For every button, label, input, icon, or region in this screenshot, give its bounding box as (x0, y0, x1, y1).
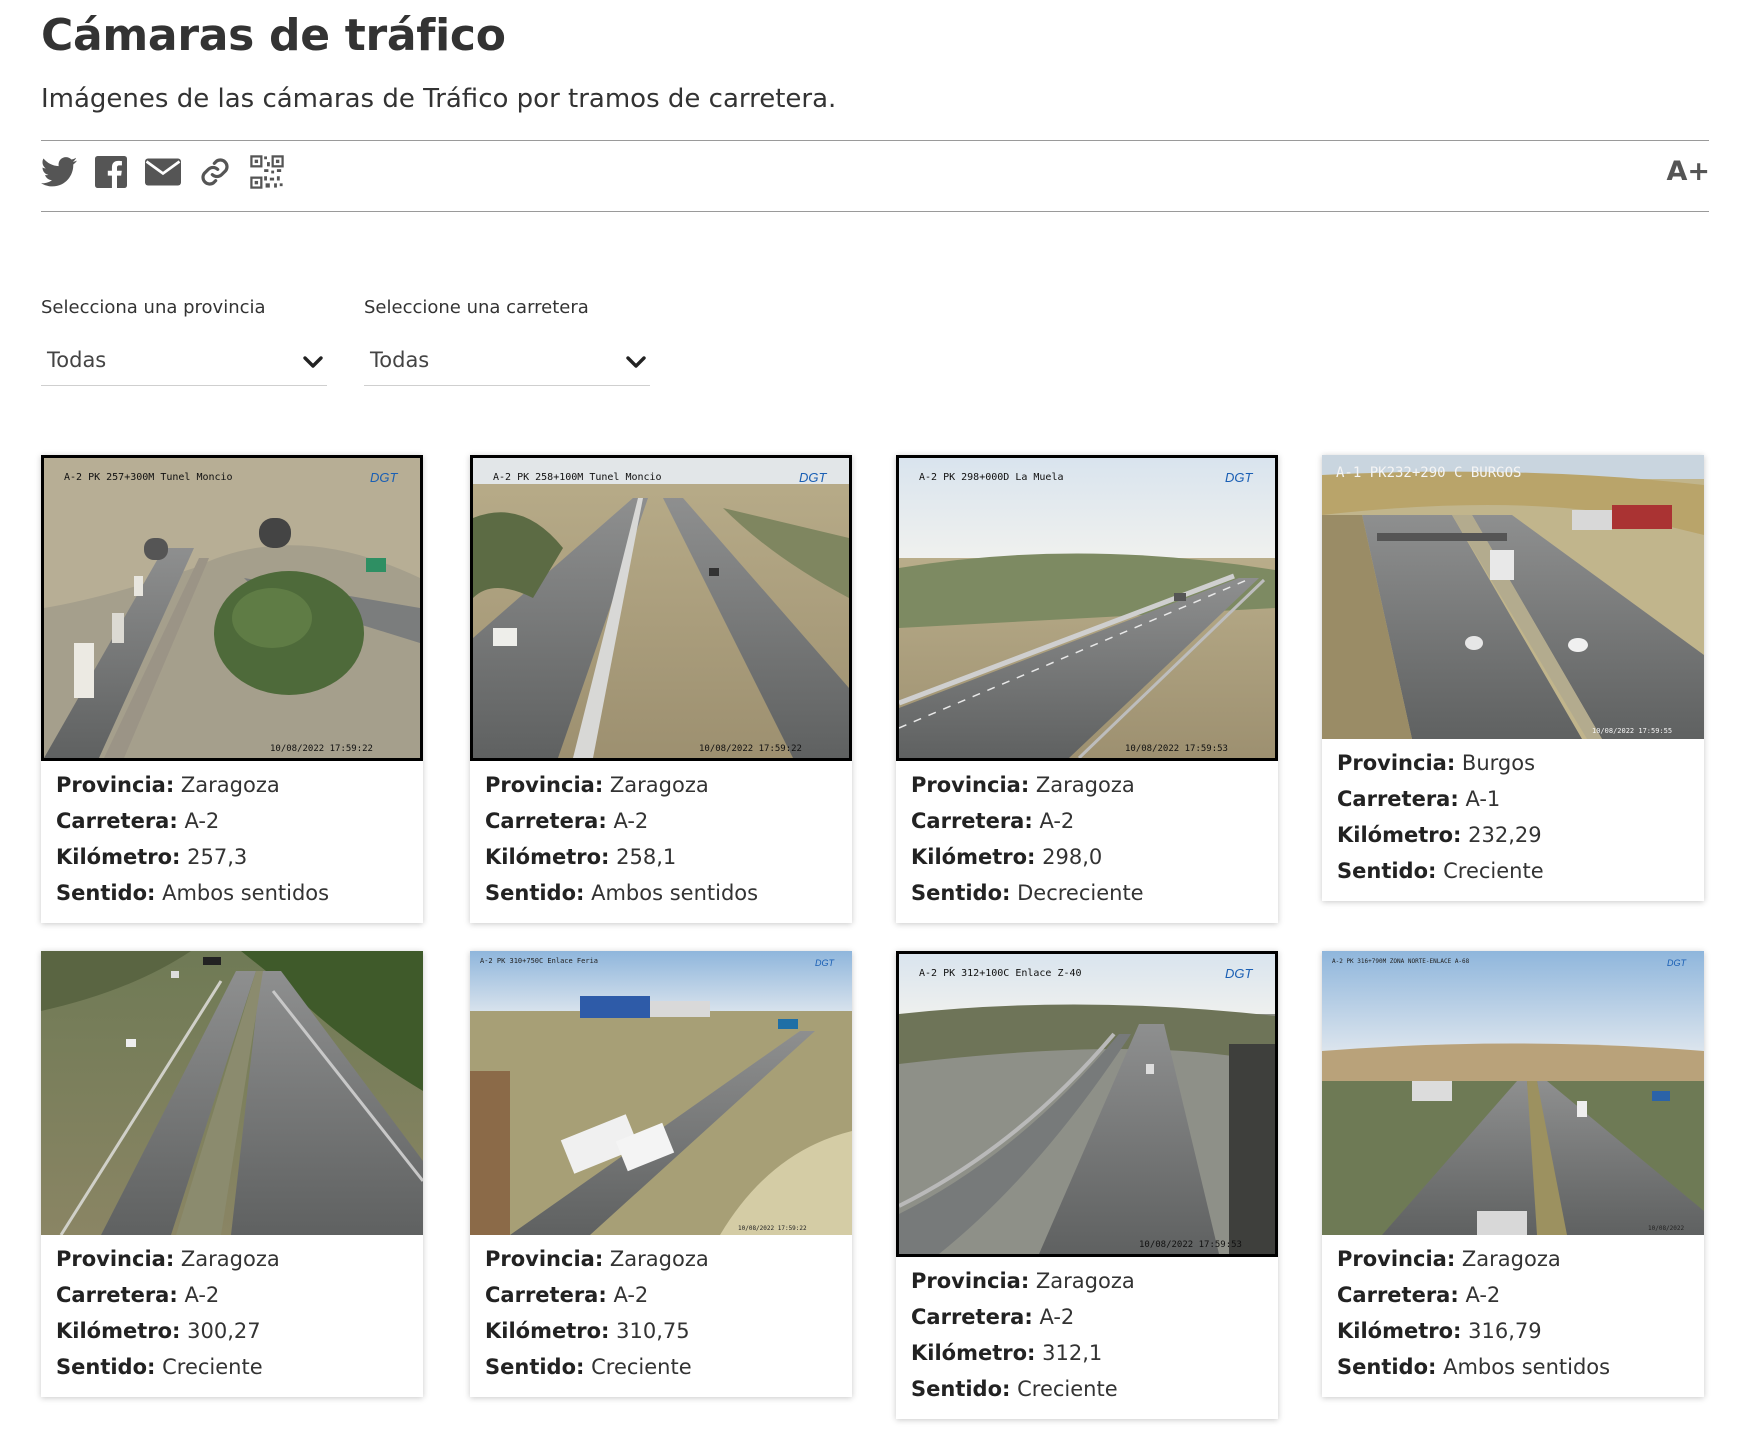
camera-overlay-text: A-1 PK232+290 C BURGOS (1336, 465, 1521, 481)
direction-row: Sentido: Creciente (56, 1355, 263, 1379)
road-row: Carretera: A-2 (911, 1305, 1075, 1329)
camera-card[interactable]: A-2 PK 316+790M ZONA NORTE-ENLACE A-68 1… (1322, 951, 1704, 1397)
province-select[interactable]: Todas (41, 338, 327, 386)
share-bar (41, 154, 285, 190)
page-subtitle: Imágenes de las cámaras de Tráfico por t… (41, 84, 837, 114)
camera-timestamp: 10/08/2022 17:59:22 (738, 1225, 807, 1232)
dgt-logo: DGT (370, 470, 399, 485)
twitter-icon[interactable] (41, 154, 77, 190)
divider-bottom (41, 211, 1709, 212)
direction-row: Sentido: Ambos sentidos (1337, 1355, 1611, 1379)
camera-timestamp: 10/08/2022 17:59:22 (699, 744, 802, 754)
camera-info: Provincia: Zaragoza Carretera: A-2 Kilóm… (470, 761, 852, 923)
camera-card[interactable]: A-2 PK 298+000D La Muela 10/08/2022 17:5… (896, 455, 1278, 923)
dgt-logo: DGT (1225, 966, 1254, 981)
camera-overlay-text: A-2 PK 298+000D La Muela (919, 472, 1064, 483)
camera-overlay-text: A-2 PK 310+750C Enlace Feria (480, 957, 598, 965)
camera-card[interactable]: A-2 PK 257+300M Tunel Moncio 10/08/2022 … (41, 455, 423, 923)
link-icon[interactable] (197, 154, 233, 190)
km-row: Kilómetro: 300,27 (56, 1319, 261, 1343)
province-row: Provincia: Zaragoza (56, 773, 280, 797)
province-select-value: Todas (47, 348, 107, 372)
road-row: Carretera: A-2 (485, 1283, 649, 1307)
road-row: Carretera: A-2 (56, 809, 220, 833)
km-row: Kilómetro: 316,79 (1337, 1319, 1542, 1343)
camera-overlay-text: A-2 PK 257+300M Tunel Moncio (64, 472, 233, 483)
divider-top (41, 140, 1709, 141)
camera-image[interactable]: A-2 PK 257+300M Tunel Moncio 10/08/2022 … (41, 455, 423, 761)
camera-timestamp: 10/08/2022 17:59:22 (270, 744, 373, 754)
road-row: Carretera: A-1 (1337, 787, 1501, 811)
province-row: Provincia: Zaragoza (1337, 1247, 1561, 1271)
camera-card[interactable]: A-2 PK 310+750C Enlace Feria 10/08/2022 … (470, 951, 852, 1397)
camera-timestamp: 10/08/2022 (1648, 1225, 1685, 1232)
province-row: Provincia: Zaragoza (911, 773, 1135, 797)
camera-overlay-text: A-2 PK 316+790M ZONA NORTE-ENLACE A-68 (1332, 958, 1470, 965)
camera-info: Provincia: Zaragoza Carretera: A-2 Kilóm… (896, 761, 1278, 923)
camera-card[interactable]: A-2 PK 258+100M Tunel Moncio 10/08/2022 … (470, 455, 852, 923)
direction-row: Sentido: Ambos sentidos (485, 881, 759, 905)
dgt-logo: DGT (799, 470, 828, 485)
road-row: Carretera: A-2 (1337, 1283, 1501, 1307)
camera-card[interactable]: A-1 PK232+290 C BURGOS 10/08/2022 17:59:… (1322, 455, 1704, 901)
camera-info: Provincia: Burgos Carretera: A-1 Kilómet… (1322, 739, 1704, 901)
province-row: Provincia: Zaragoza (485, 1247, 709, 1271)
direction-row: Sentido: Creciente (1337, 859, 1544, 883)
direction-row: Sentido: Creciente (911, 1377, 1118, 1401)
camera-info: Provincia: Zaragoza Carretera: A-2 Kilóm… (41, 761, 423, 923)
camera-image[interactable]: A-1 PK232+290 C BURGOS 10/08/2022 17:59:… (1322, 455, 1704, 739)
camera-card[interactable]: Provincia: Zaragoza Carretera: A-2 Kilóm… (41, 951, 423, 1397)
chevron-down-icon (626, 356, 646, 368)
province-filter-label: Selecciona una provincia (41, 297, 266, 318)
camera-timestamp: 10/08/2022 17:59:53 (1125, 744, 1228, 754)
dgt-logo: DGT (1667, 958, 1688, 968)
direction-row: Sentido: Creciente (485, 1355, 692, 1379)
camera-info: Provincia: Zaragoza Carretera: A-2 Kilóm… (1322, 1235, 1704, 1397)
camera-image[interactable]: A-2 PK 312+100C Enlace Z-40 10/08/2022 1… (896, 951, 1278, 1257)
province-row: Provincia: Zaragoza (485, 773, 709, 797)
camera-image[interactable] (41, 951, 423, 1235)
camera-timestamp: 10/08/2022 17:59:55 (1592, 727, 1672, 735)
road-row: Carretera: A-2 (56, 1283, 220, 1307)
camera-info: Provincia: Zaragoza Carretera: A-2 Kilóm… (896, 1257, 1278, 1419)
camera-image[interactable]: A-2 PK 316+790M ZONA NORTE-ENLACE A-68 1… (1322, 951, 1704, 1235)
camera-image[interactable]: A-2 PK 310+750C Enlace Feria 10/08/2022 … (470, 951, 852, 1235)
province-row: Provincia: Burgos (1337, 751, 1536, 775)
province-row: Provincia: Zaragoza (56, 1247, 280, 1271)
camera-overlay-text: A-2 PK 258+100M Tunel Moncio (493, 472, 662, 483)
camera-image[interactable]: A-2 PK 298+000D La Muela 10/08/2022 17:5… (896, 455, 1278, 761)
camera-card[interactable]: A-2 PK 312+100C Enlace Z-40 10/08/2022 1… (896, 951, 1278, 1419)
camera-timestamp: 10/08/2022 17:59:53 (1139, 1240, 1242, 1250)
camera-overlay-text: A-2 PK 312+100C Enlace Z-40 (919, 968, 1082, 979)
road-filter-label: Seleccione una carretera (364, 297, 589, 318)
camera-info: Provincia: Zaragoza Carretera: A-2 Kilóm… (470, 1235, 852, 1397)
direction-row: Sentido: Decreciente (911, 881, 1144, 905)
road-select[interactable]: Todas (364, 338, 650, 386)
dgt-logo: DGT (815, 958, 836, 968)
km-row: Kilómetro: 257,3 (56, 845, 248, 869)
road-row: Carretera: A-2 (911, 809, 1075, 833)
km-row: Kilómetro: 310,75 (485, 1319, 690, 1343)
camera-image[interactable]: A-2 PK 258+100M Tunel Moncio 10/08/2022 … (470, 455, 852, 761)
road-row: Carretera: A-2 (485, 809, 649, 833)
font-size-button[interactable]: A+ (1666, 156, 1710, 187)
facebook-icon[interactable] (93, 154, 129, 190)
province-row: Provincia: Zaragoza (911, 1269, 1135, 1293)
page-title: Cámaras de tráfico (41, 10, 506, 61)
camera-info: Provincia: Zaragoza Carretera: A-2 Kilóm… (41, 1235, 423, 1397)
km-row: Kilómetro: 258,1 (485, 845, 677, 869)
chevron-down-icon (303, 356, 323, 368)
km-row: Kilómetro: 312,1 (911, 1341, 1103, 1365)
road-select-value: Todas (370, 348, 430, 372)
qr-code-icon[interactable] (249, 154, 285, 190)
km-row: Kilómetro: 298,0 (911, 845, 1103, 869)
km-row: Kilómetro: 232,29 (1337, 823, 1542, 847)
email-icon[interactable] (145, 154, 181, 190)
direction-row: Sentido: Ambos sentidos (56, 881, 330, 905)
dgt-logo: DGT (1225, 470, 1254, 485)
